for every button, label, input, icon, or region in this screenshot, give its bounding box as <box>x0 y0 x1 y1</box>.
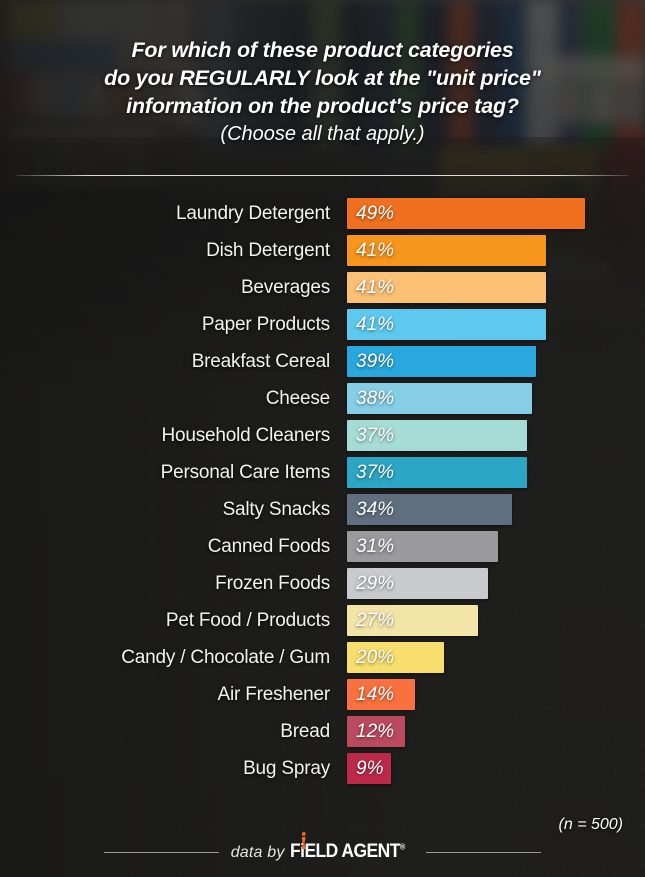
category-label: Bread <box>280 721 330 742</box>
bar-value-label: 41% <box>356 239 395 261</box>
chart-row: Canned Foods 31% <box>0 531 645 568</box>
chart-row: Cheese 38% <box>0 383 645 420</box>
logo-data-by-text: data by <box>230 844 285 861</box>
bar-value-label: 38% <box>356 387 395 409</box>
category-label: Bug Spray <box>243 758 330 779</box>
bar: 41% <box>347 309 547 340</box>
bar: 12% <box>347 716 406 747</box>
field-agent-logo: data by Fi ELD AGENT® <box>230 831 415 863</box>
category-label: Dish Detergent <box>206 240 330 261</box>
bar: 39% <box>347 346 537 377</box>
page-title: For which of these product categories do… <box>0 36 645 149</box>
sample-size-label: (n = 500) <box>558 816 623 833</box>
footer: data by Fi ELD AGENT® <box>0 831 645 866</box>
logo-i-dot-icon <box>301 831 306 836</box>
chart-row: Dish Detergent 41% <box>0 235 645 272</box>
bar: 37% <box>347 420 527 451</box>
category-label: Canned Foods <box>207 536 330 557</box>
category-label: Household Cleaners <box>161 425 330 446</box>
bar: 31% <box>347 531 498 562</box>
bar-value-label: 39% <box>356 350 395 372</box>
bar-value-label: 41% <box>356 313 395 335</box>
bar: 41% <box>347 235 547 266</box>
bar: 49% <box>347 198 585 229</box>
category-label: Salty Snacks <box>222 499 331 520</box>
infographic: For which of these product categories do… <box>0 0 645 877</box>
chart-row: Breakfast Cereal 39% <box>0 346 645 383</box>
bar-value-label: 37% <box>356 461 395 483</box>
title-line-3: information on the product's price tag? <box>126 94 519 118</box>
bar-value-label: 9% <box>356 757 384 779</box>
bar-value-label: 29% <box>356 572 395 594</box>
bar: 38% <box>347 383 532 414</box>
bar-value-label: 37% <box>356 424 395 446</box>
bar: 34% <box>347 494 513 525</box>
chart-row: Paper Products 41% <box>0 309 645 346</box>
chart-row: Frozen Foods 29% <box>0 568 645 605</box>
category-label: Paper Products <box>201 314 330 335</box>
category-label: Cheese <box>265 388 330 409</box>
bar: 20% <box>347 642 445 673</box>
logo-brand-f: F <box>289 841 301 862</box>
bar-chart: Laundry Detergent 49% Dish Detergent 41% Bev… <box>0 198 645 790</box>
chart-row: Personal Care Items 37% <box>0 457 645 494</box>
bar: 29% <box>347 568 488 599</box>
category-label: Candy / Chocolate / Gum <box>121 647 330 668</box>
footer-divider-left <box>103 851 219 853</box>
logo-registered-mark: ® <box>399 842 405 852</box>
bar: 41% <box>347 272 547 303</box>
chart-row: Household Cleaners 37% <box>0 420 645 457</box>
category-label: Air Freshener <box>217 684 331 705</box>
bar-value-label: 12% <box>356 720 395 742</box>
category-label: Frozen Foods <box>215 573 330 594</box>
bar: 37% <box>347 457 527 488</box>
chart-row: Beverages 41% <box>0 272 645 309</box>
chart-row: Pet Food / Products 27% <box>0 605 645 642</box>
category-label: Breakfast Cereal <box>191 351 331 372</box>
bar-value-label: 34% <box>356 498 395 520</box>
bar-value-label: 14% <box>356 683 395 705</box>
title-line-2: do you REGULARLY look at the "unit price… <box>104 66 541 90</box>
chart-row: Air Freshener 14% <box>0 679 645 716</box>
bar: 14% <box>347 679 415 710</box>
chart-row: Salty Snacks 34% <box>0 494 645 531</box>
category-label: Personal Care Items <box>160 462 331 483</box>
logo-brand-text: Fi ELD AGENT® <box>289 831 405 863</box>
chart-row: Laundry Detergent 49% <box>0 198 645 235</box>
title-line-1: For which of these product categories <box>131 38 514 62</box>
category-label: Beverages <box>240 277 330 298</box>
bar: 27% <box>347 605 479 636</box>
bar-value-label: 27% <box>356 609 395 631</box>
bar-value-label: 20% <box>356 646 395 668</box>
header-divider <box>17 175 628 176</box>
bar-value-label: 31% <box>356 535 395 557</box>
bar-value-label: 41% <box>356 276 395 298</box>
footer-divider-right <box>426 851 542 853</box>
title-subtitle: (Choose all that apply.) <box>220 123 425 145</box>
chart-row: Bug Spray 9% <box>0 753 645 790</box>
category-label: Pet Food / Products <box>165 610 330 631</box>
category-label: Laundry Detergent <box>176 203 330 224</box>
chart-row: Bread 12% <box>0 716 645 753</box>
chart-row: Candy / Chocolate / Gum 20% <box>0 642 645 679</box>
bar-value-label: 49% <box>356 202 395 224</box>
bar: 9% <box>347 753 391 784</box>
logo-brand-rest: ELD AGENT <box>304 841 400 862</box>
